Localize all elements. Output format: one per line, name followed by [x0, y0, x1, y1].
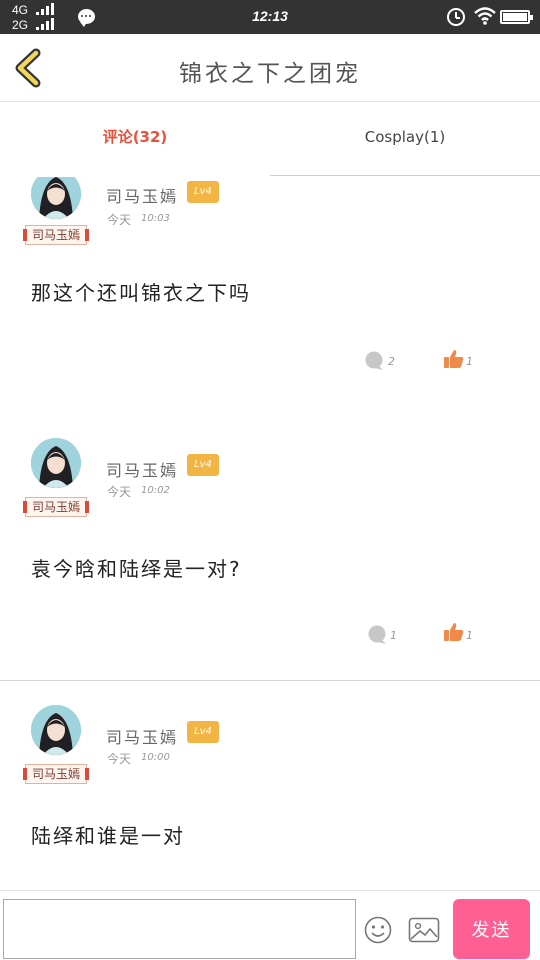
- comment-day: 今天: [107, 485, 132, 499]
- comment-day: 今天: [107, 752, 132, 766]
- comment-text: 袁今晗和陆绎是一对?: [31, 557, 242, 581]
- tab-comments[interactable]: 评论(32): [0, 102, 270, 176]
- level-badge: Lv4: [187, 454, 219, 476]
- like-count: 1: [466, 629, 473, 642]
- reply-icon[interactable]: [367, 625, 387, 645]
- page-title: 锦衣之下之团宠: [179, 61, 361, 87]
- reply-count: 2: [388, 355, 395, 368]
- user-badge: 司马玉嫣: [23, 225, 89, 245]
- alarm-icon: [447, 8, 465, 26]
- avatar[interactable]: [31, 438, 81, 488]
- send-button[interactable]: 发送: [453, 899, 530, 959]
- comment-time: 10:00: [141, 752, 170, 763]
- status-bar: 4G 2G 12:13: [0, 0, 540, 34]
- level-badge: Lv4: [187, 721, 219, 743]
- tab-cosplay[interactable]: Cosplay(1): [270, 102, 540, 176]
- comment-feed[interactable]: 司马玉嫣 司马玉嫣 Lv4 今天 10:03 那这个还叫锦衣之下吗 2 1 司马…: [0, 177, 540, 890]
- comment-text: 那这个还叫锦衣之下吗: [31, 281, 251, 305]
- image-icon[interactable]: [408, 917, 440, 943]
- user-badge: 司马玉嫣: [23, 764, 89, 784]
- tab-bar: 评论(32) Cosplay(1): [0, 102, 540, 176]
- comment-item: 司马玉嫣 司马玉嫣 Lv4 今天 10:03 那这个还叫锦衣之下吗 2 1: [0, 177, 540, 409]
- comment-time: 10:02: [141, 485, 170, 496]
- avatar-image: [31, 705, 81, 755]
- user-badge: 司马玉嫣: [23, 497, 89, 517]
- reply-icon[interactable]: [364, 351, 384, 371]
- avatar[interactable]: [31, 705, 81, 755]
- username[interactable]: 司马玉嫣: [106, 724, 178, 748]
- comment-day: 今天: [107, 213, 132, 227]
- avatar[interactable]: [31, 177, 81, 219]
- wifi-icon: [474, 7, 496, 25]
- header: 锦衣之下之团宠: [0, 34, 540, 102]
- like-count: 1: [466, 355, 473, 368]
- username[interactable]: 司马玉嫣: [106, 183, 178, 207]
- level-badge: Lv4: [187, 181, 219, 203]
- comment-text: 陆绎和谁是一对: [31, 824, 185, 848]
- username[interactable]: 司马玉嫣: [106, 457, 178, 481]
- comment-item: 司马玉嫣 司马玉嫣 Lv4 今天 10:02 袁今晗和陆绎是一对? 1 1: [0, 435, 540, 680]
- reply-count: 1: [390, 629, 397, 642]
- thumbs-up-icon[interactable]: [443, 621, 465, 643]
- comment-item: 司马玉嫣 司马玉嫣 Lv4 今天 10:00 陆绎和谁是一对: [0, 702, 540, 890]
- avatar-image: [31, 177, 81, 219]
- thumbs-up-icon[interactable]: [443, 348, 465, 370]
- battery-icon: [500, 10, 533, 24]
- avatar-image: [31, 438, 81, 488]
- comment-input[interactable]: [3, 899, 356, 959]
- section-divider: [0, 680, 540, 681]
- emoji-icon[interactable]: [363, 915, 393, 945]
- comment-time: 10:03: [141, 213, 170, 224]
- comment-composer: 发送: [0, 890, 540, 960]
- tab-indicator: [0, 174, 270, 176]
